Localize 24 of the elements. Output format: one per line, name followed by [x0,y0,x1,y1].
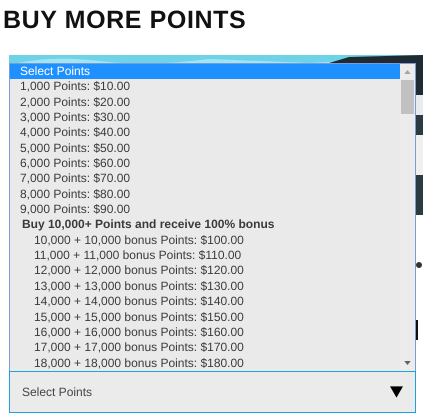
list-option[interactable]: 14,000 + 14,000 bonus Points: $140.00 [10,294,400,310]
list-option[interactable]: 1,000 Points: $10.00 [10,79,400,95]
list-option[interactable]: 8,000 Points: $80.00 [10,186,400,202]
page-heading: BUY MORE POINTS [3,6,248,34]
list-option[interactable]: 18,000 + 18,000 bonus Points: $180.00 [10,356,400,371]
list-option[interactable]: 13,000 + 13,000 bonus Points: $130.00 [10,278,400,294]
list-option[interactable]: 5,000 Points: $50.00 [10,140,400,156]
list-option[interactable]: 16,000 + 16,000 bonus Points: $160.00 [10,324,400,340]
list-option[interactable]: 6,000 Points: $60.00 [10,156,400,172]
list-option[interactable]: 9,000 Points: $90.00 [10,202,400,218]
list-option[interactable]: 12,000 + 12,000 bonus Points: $120.00 [10,263,400,279]
list-option[interactable]: 17,000 + 17,000 bonus Points: $170.00 [10,340,400,356]
select-field[interactable]: Select Points [9,371,416,413]
list-option[interactable]: 7,000 Points: $70.00 [10,171,400,187]
caret-icon [390,386,403,398]
group-label: Buy 10,000+ Points and receive 100% bonus [21,217,276,233]
list-option[interactable]: 11,000 + 11,000 bonus Points: $110.00 [10,248,400,264]
scroll-down-icon[interactable] [404,361,411,365]
list-option[interactable]: 10,000 + 10,000 bonus Points: $100.00 [10,232,400,248]
list-option[interactable]: 2,000 Points: $20.00 [10,94,400,110]
scroll-thumb[interactable] [401,80,414,114]
list-option[interactable]: 15,000 + 15,000 bonus Points: $150.00 [10,310,400,325]
list-option[interactable]: 3,000 Points: $30.00 [10,110,400,126]
list-option[interactable]: 4,000 Points: $40.00 [10,125,400,141]
